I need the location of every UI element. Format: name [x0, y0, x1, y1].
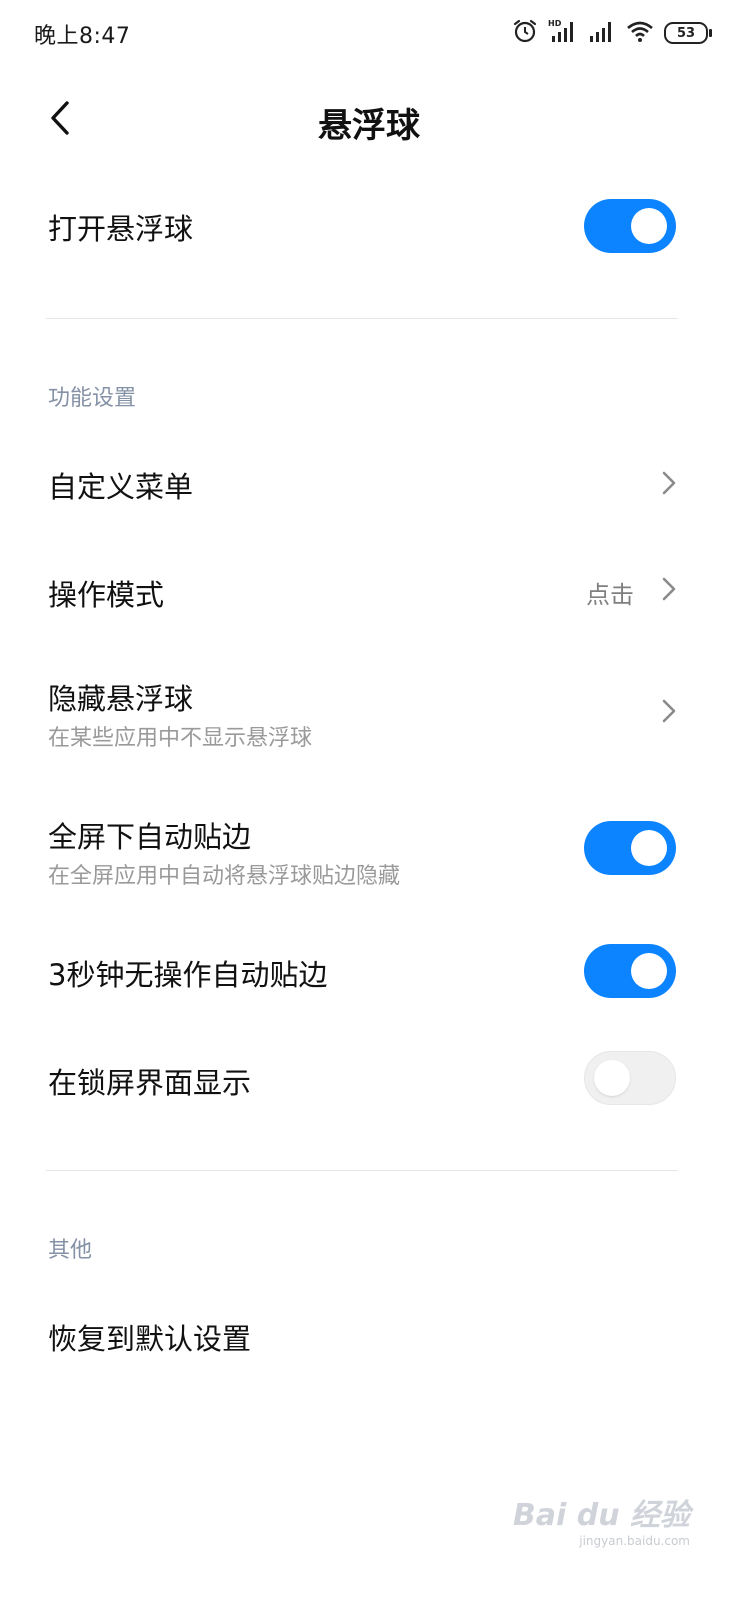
fullscreen-edge-label: 全屏下自动贴边	[48, 820, 252, 854]
hide-ball-row[interactable]: 隐藏悬浮球 在某些应用中不显示悬浮球	[0, 664, 738, 764]
battery-icon: 53	[664, 22, 712, 44]
restore-defaults-row[interactable]: 恢复到默认设置	[0, 1300, 738, 1376]
idle-edge-label: 3秒钟无操作自动贴边	[48, 958, 328, 992]
page-title: 悬浮球	[318, 106, 420, 146]
fullscreen-edge-toggle[interactable]	[584, 821, 676, 875]
watermark-text: Bai du 经验	[512, 1498, 690, 1533]
toggle-knob	[631, 208, 667, 244]
svg-text:HD: HD	[548, 19, 562, 28]
section-header-other: 其他	[48, 1238, 93, 1263]
lockscreen-toggle[interactable]	[584, 1051, 676, 1105]
hide-ball-subtitle: 在某些应用中不显示悬浮球	[48, 726, 313, 751]
idle-edge-toggle[interactable]	[584, 944, 676, 998]
hd-signal-icon: HD	[548, 18, 578, 48]
main-toggle-row[interactable]: 打开悬浮球	[0, 184, 738, 268]
header: 悬浮球	[0, 84, 738, 154]
section-header-function: 功能设置	[48, 386, 137, 411]
divider	[46, 1170, 678, 1171]
baidu-jingyan-watermark: Bai du 经验 jingyan.baidu.com	[512, 1490, 690, 1548]
signal-icon	[588, 19, 616, 47]
hide-ball-label: 隐藏悬浮球	[48, 682, 194, 716]
divider	[46, 318, 678, 319]
main-toggle-switch[interactable]	[584, 199, 676, 253]
restore-defaults-label: 恢复到默认设置	[48, 1322, 252, 1356]
operation-mode-label: 操作模式	[48, 578, 165, 612]
chevron-right-icon	[658, 574, 680, 604]
toggle-knob	[631, 830, 667, 866]
operation-mode-value: 点击	[586, 581, 634, 609]
lockscreen-label: 在锁屏界面显示	[48, 1066, 252, 1100]
wifi-icon	[626, 19, 654, 47]
fullscreen-edge-row[interactable]: 全屏下自动贴边 在全屏应用中自动将悬浮球贴边隐藏	[0, 802, 738, 902]
custom-menu-label: 自定义菜单	[48, 470, 194, 504]
battery-level: 53	[676, 25, 696, 41]
status-bar: 晚上8:47 HD 53	[0, 0, 738, 66]
idle-edge-row[interactable]: 3秒钟无操作自动贴边	[0, 934, 738, 1010]
toggle-knob	[631, 953, 667, 989]
fullscreen-edge-subtitle: 在全屏应用中自动将悬浮球贴边隐藏	[48, 864, 401, 889]
lockscreen-row[interactable]: 在锁屏界面显示	[0, 1042, 738, 1118]
status-time: 晚上8:47	[34, 24, 131, 49]
watermark-url: jingyan.baidu.com	[579, 1534, 690, 1548]
chevron-right-icon	[658, 696, 680, 726]
operation-mode-row[interactable]: 操作模式 点击	[0, 554, 738, 630]
alarm-icon	[512, 18, 538, 48]
main-toggle-label: 打开悬浮球	[48, 212, 194, 246]
toggle-knob	[594, 1060, 630, 1096]
chevron-right-icon	[658, 468, 680, 498]
status-icons: HD 53	[512, 18, 712, 48]
custom-menu-row[interactable]: 自定义菜单	[0, 446, 738, 522]
